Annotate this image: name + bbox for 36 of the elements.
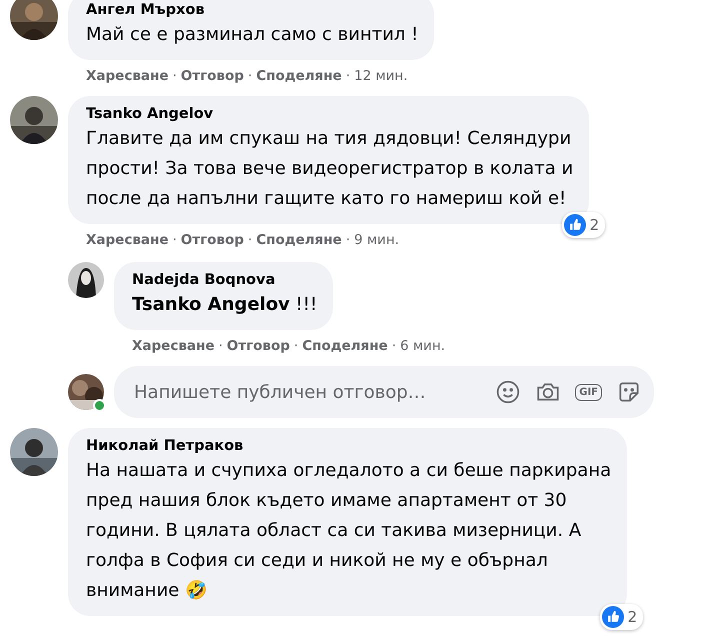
timestamp[interactable]: 9 мин. <box>354 230 400 250</box>
separator-dot: · <box>346 67 350 86</box>
reaction-count[interactable]: 2 <box>600 604 644 630</box>
thumbs-up-icon <box>564 214 586 236</box>
comment-text: Главите да им спукаш на тия дядовци! Селяндури прости! За това вече видеорегистратор в колата и после да напълни гащите като го намериш кой е! <box>86 127 574 211</box>
gif-icon[interactable]: GIF <box>575 384 602 400</box>
action-link[interactable]: Харесване <box>132 336 214 356</box>
reaction-count[interactable]: 2 <box>562 212 606 238</box>
separator-dot: · <box>248 67 252 86</box>
timestamp[interactable]: 6 мин. <box>400 336 446 356</box>
reply-input-field[interactable]: Напишете публичен отговор… GIF <box>114 366 654 418</box>
author-name[interactable]: Ангел Мърхов <box>86 0 418 20</box>
comment-text: Май се е разминал само с винтил ! <box>86 23 418 47</box>
thumbs-up-icon <box>602 606 624 628</box>
separator-dot: · <box>294 337 298 356</box>
author-name[interactable]: Николай Петраков <box>86 436 612 456</box>
smiley-icon[interactable] <box>495 379 522 405</box>
separator-dot: · <box>392 337 396 356</box>
comment-text: На нашата и счупиха огледалото а си беше паркирана пред нашия блок където имаме апартамент от 30 години. В цялата област са си такива мизерници. А голфа в София си седи и никой не му е обърнал внимание 🤣 <box>86 459 612 603</box>
separator-dot: · <box>218 337 223 356</box>
action-link[interactable]: Споделяне <box>256 66 342 86</box>
action-link[interactable]: Отговор <box>226 336 290 356</box>
action-link[interactable]: Харесване <box>86 230 168 250</box>
separator-dot: · <box>172 231 177 250</box>
author-name[interactable]: Tsanko Angelov <box>86 104 574 124</box>
action-link[interactable]: Споделяне <box>256 230 342 250</box>
action-link[interactable]: Отговор <box>180 66 244 86</box>
action-link[interactable]: Отговор <box>180 230 244 250</box>
comment-text: Tsanko Angelov !!! <box>132 293 318 317</box>
action-link[interactable]: Харесване <box>86 66 168 86</box>
action-link[interactable]: Споделяне <box>302 336 388 356</box>
timestamp[interactable]: 12 мин. <box>354 66 408 86</box>
separator-dot: · <box>248 231 252 250</box>
separator-dot: · <box>172 67 177 86</box>
separator-dot: · <box>346 231 350 250</box>
author-name[interactable]: Nadejda Boqnova <box>132 270 318 290</box>
